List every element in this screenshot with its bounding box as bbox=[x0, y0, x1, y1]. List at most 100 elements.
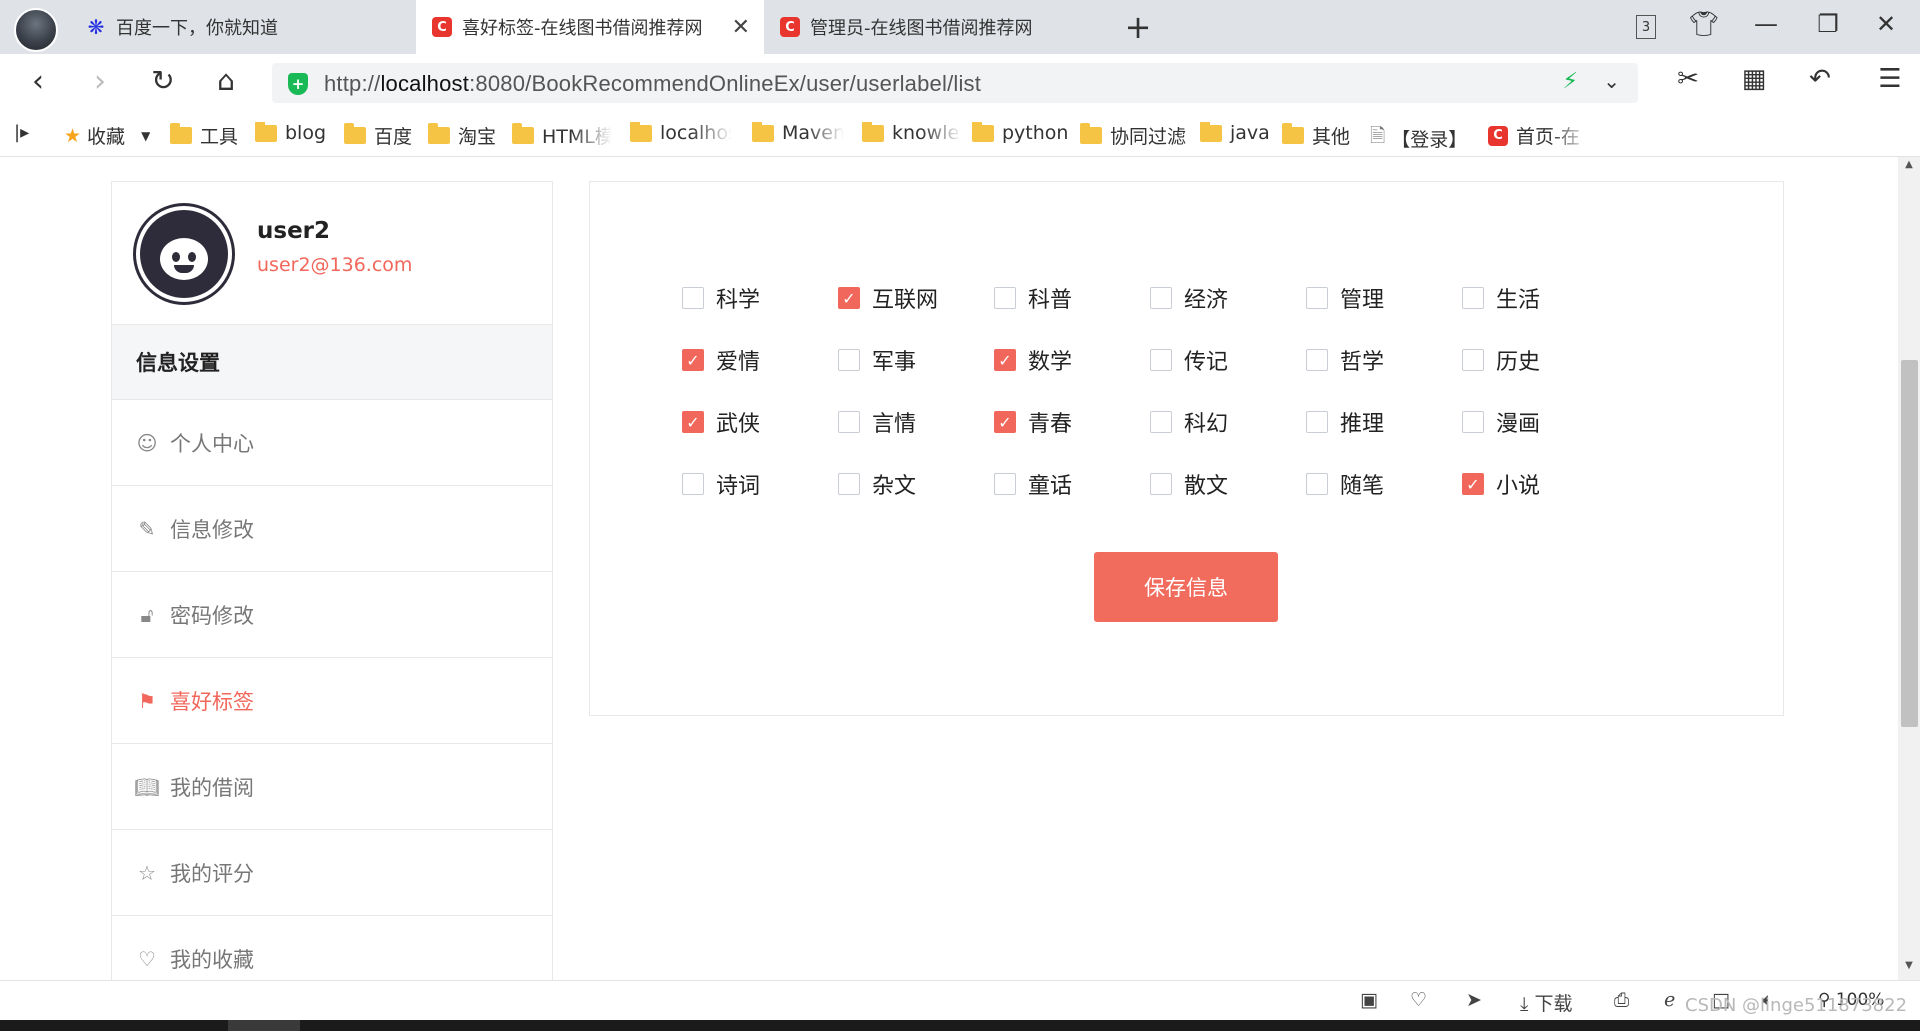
profile-avatar[interactable] bbox=[14, 8, 58, 52]
label-checkbox[interactable]: 生活 bbox=[1462, 282, 1540, 314]
checkbox-unchecked[interactable] bbox=[1150, 411, 1172, 433]
checkbox-unchecked[interactable] bbox=[682, 287, 704, 309]
print-icon[interactable]: ⎙ bbox=[1614, 989, 1629, 1011]
bookmark-folder-other[interactable]: 其他 bbox=[1282, 122, 1350, 149]
forward-button[interactable]: › bbox=[80, 64, 120, 99]
label-checkbox[interactable]: ✓ 青春 bbox=[994, 406, 1072, 438]
image-icon[interactable]: ▣ bbox=[1360, 989, 1378, 1011]
checkbox-unchecked[interactable] bbox=[1150, 473, 1172, 495]
save-button[interactable]: 保存信息 bbox=[1094, 552, 1278, 622]
tab-admin[interactable]: C 管理员-在线图书借阅推荐网 bbox=[764, 0, 1110, 54]
scissors-icon[interactable]: ✂︎ bbox=[1668, 64, 1708, 94]
sidebar-toggle-icon[interactable]: |▸ bbox=[14, 122, 29, 143]
checkbox-unchecked[interactable] bbox=[1150, 287, 1172, 309]
vertical-scrollbar[interactable]: ▲ ▼ bbox=[1898, 157, 1920, 980]
rocket-icon[interactable]: ➤ bbox=[1466, 989, 1482, 1011]
bookmark-folder-localhost[interactable]: localhos bbox=[630, 122, 732, 144]
label-checkbox[interactable]: 科普 bbox=[994, 282, 1072, 314]
new-tab-button[interactable]: + bbox=[1120, 8, 1156, 46]
taskbar-active-item[interactable] bbox=[228, 1020, 300, 1031]
tab-favorite-labels[interactable]: C 喜好标签-在线图书借阅推荐网 ✕ bbox=[416, 0, 764, 54]
sidebar-item-favorite-labels[interactable]: ⚑ 喜好标签 bbox=[112, 658, 552, 744]
minimize-button[interactable]: — bbox=[1748, 10, 1784, 38]
lightning-icon[interactable]: ⚡︎ bbox=[1563, 69, 1578, 94]
download-button[interactable]: ⤓ 下载 bbox=[1520, 989, 1572, 1016]
tab-baidu[interactable]: ❋ 百度一下，你就知道 bbox=[70, 0, 416, 54]
bookmark-folder-blog[interactable]: blog bbox=[255, 122, 326, 144]
bookmark-folder-cf[interactable]: 协同过滤 bbox=[1080, 122, 1186, 149]
close-window-button[interactable]: ✕ bbox=[1868, 10, 1904, 38]
ie-icon[interactable]: ℯ bbox=[1664, 989, 1675, 1011]
sidebar-item-password[interactable]: 🔓︎ 密码修改 bbox=[112, 572, 552, 658]
label-checkbox[interactable]: 诗词 bbox=[682, 468, 760, 500]
sidebar-item-profile[interactable]: ☺ 个人中心 bbox=[112, 400, 552, 486]
checkbox-unchecked[interactable] bbox=[682, 473, 704, 495]
reload-button[interactable]: ↻ bbox=[143, 64, 183, 97]
tab-count-badge[interactable]: 3 bbox=[1636, 15, 1656, 39]
label-checkbox[interactable]: 散文 bbox=[1150, 468, 1228, 500]
label-checkbox[interactable]: 管理 bbox=[1306, 282, 1384, 314]
checkbox-checked[interactable]: ✓ bbox=[838, 287, 860, 309]
bookmark-folder-tools[interactable]: 工具 bbox=[170, 122, 238, 149]
scroll-thumb[interactable] bbox=[1901, 360, 1918, 727]
checkbox-unchecked[interactable] bbox=[1306, 287, 1328, 309]
label-checkbox[interactable]: 推理 bbox=[1306, 406, 1384, 438]
bookmark-login[interactable]: 🗎︎ 【登录】 bbox=[1370, 122, 1467, 154]
checkbox-unchecked[interactable] bbox=[838, 349, 860, 371]
label-checkbox[interactable]: ✓ 小说 bbox=[1462, 468, 1540, 500]
checkbox-unchecked[interactable] bbox=[994, 287, 1016, 309]
label-checkbox[interactable]: 言情 bbox=[838, 406, 916, 438]
bookmark-folder-knowledge[interactable]: knowle bbox=[862, 122, 962, 144]
menu-icon[interactable]: ☰ bbox=[1870, 64, 1910, 94]
label-checkbox[interactable]: ✓ 武侠 bbox=[682, 406, 760, 438]
sidebar-item-favorites[interactable]: ♡ 我的收藏 bbox=[112, 916, 552, 980]
bookmark-folder-maven[interactable]: Maven bbox=[752, 122, 844, 144]
checkbox-unchecked[interactable] bbox=[994, 473, 1016, 495]
scroll-down-arrow[interactable]: ▼ bbox=[1898, 960, 1920, 978]
restore-button[interactable]: ❐ bbox=[1810, 10, 1846, 38]
label-checkbox[interactable]: ✓ 互联网 bbox=[838, 282, 938, 314]
label-checkbox[interactable]: 科学 bbox=[682, 282, 760, 314]
checkbox-unchecked[interactable] bbox=[1462, 287, 1484, 309]
checkbox-checked[interactable]: ✓ bbox=[682, 411, 704, 433]
bookmark-folder-taobao[interactable]: 淘宝 bbox=[428, 122, 496, 149]
label-checkbox[interactable]: 经济 bbox=[1150, 282, 1228, 314]
skin-shirt-icon[interactable]: 👕︎ bbox=[1686, 10, 1722, 38]
address-bar[interactable]: + http://localhost:8080/BookRecommendOnl… bbox=[272, 63, 1638, 103]
checkbox-checked[interactable]: ✓ bbox=[1462, 473, 1484, 495]
checkbox-unchecked[interactable] bbox=[838, 411, 860, 433]
apps-grid-icon[interactable]: ▦ bbox=[1734, 64, 1774, 94]
bookmark-folder-html[interactable]: HTML模 bbox=[512, 122, 612, 149]
checkbox-unchecked[interactable] bbox=[1306, 473, 1328, 495]
undo-icon[interactable]: ↶ bbox=[1800, 64, 1840, 94]
checkbox-unchecked[interactable] bbox=[838, 473, 860, 495]
sidebar-item-borrow[interactable]: 📖︎ 我的借阅 bbox=[112, 744, 552, 830]
label-checkbox[interactable]: 童话 bbox=[994, 468, 1072, 500]
url-text[interactable]: http://localhost:8080/BookRecommendOnlin… bbox=[324, 71, 981, 97]
label-checkbox[interactable]: 历史 bbox=[1462, 344, 1540, 376]
checkbox-checked[interactable]: ✓ bbox=[994, 349, 1016, 371]
checkbox-unchecked[interactable] bbox=[1462, 411, 1484, 433]
close-tab-icon[interactable]: ✕ bbox=[732, 15, 750, 40]
label-checkbox[interactable]: 科幻 bbox=[1150, 406, 1228, 438]
chevron-down-icon[interactable]: ⌄ bbox=[1603, 69, 1620, 93]
label-checkbox[interactable]: 军事 bbox=[838, 344, 916, 376]
checkbox-checked[interactable]: ✓ bbox=[682, 349, 704, 371]
label-checkbox[interactable]: 漫画 bbox=[1462, 406, 1540, 438]
checkbox-unchecked[interactable] bbox=[1306, 411, 1328, 433]
checkbox-unchecked[interactable] bbox=[1150, 349, 1172, 371]
back-button[interactable]: ‹ bbox=[18, 64, 58, 99]
label-checkbox[interactable]: 随笔 bbox=[1306, 468, 1384, 500]
checkbox-unchecked[interactable] bbox=[1306, 349, 1328, 371]
checkbox-unchecked[interactable] bbox=[1462, 349, 1484, 371]
bookmark-home[interactable]: C 首页-在 bbox=[1488, 122, 1592, 149]
bookmark-folder-python[interactable]: python bbox=[972, 122, 1068, 144]
scroll-up-arrow[interactable]: ▲ bbox=[1898, 159, 1920, 177]
label-checkbox[interactable]: ✓ 数学 bbox=[994, 344, 1072, 376]
health-icon[interactable]: ♡ bbox=[1410, 989, 1427, 1011]
label-checkbox[interactable]: ✓ 爱情 bbox=[682, 344, 760, 376]
sidebar-item-edit-info[interactable]: ✎ 信息修改 bbox=[112, 486, 552, 572]
bookmark-folder-baidu[interactable]: 百度 bbox=[344, 122, 412, 149]
bookmark-folder-java[interactable]: java bbox=[1200, 122, 1270, 144]
home-button[interactable]: ⌂ bbox=[206, 64, 246, 97]
